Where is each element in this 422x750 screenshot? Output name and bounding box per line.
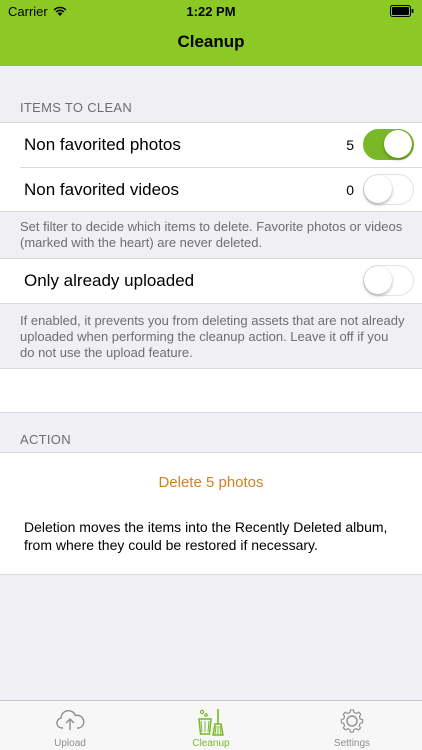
- row-label: Only already uploaded: [24, 271, 195, 290]
- gear-icon: [340, 709, 364, 733]
- action-group: Delete 5 photos Deletion moves the items…: [0, 452, 422, 575]
- page-title: Cleanup: [177, 32, 245, 51]
- battery-icon: [390, 5, 414, 17]
- nav-bar: Carrier 1:22 PM Cleanup: [0, 0, 422, 66]
- status-time: 1:22 PM: [186, 4, 236, 19]
- tab-cleanup[interactable]: Cleanup: [141, 701, 281, 750]
- tab-label: Upload: [54, 738, 86, 749]
- upload-filter-group: Only already uploaded: [0, 258, 422, 304]
- empty-row-group: [0, 368, 422, 413]
- tab-bar: Upload Cleanup Settings: [0, 700, 422, 750]
- broom-bucket-icon: [198, 709, 224, 736]
- tab-upload[interactable]: Upload: [0, 701, 140, 750]
- photos-toggle[interactable]: [363, 129, 414, 160]
- section-header-items: ITEMS TO CLEAN: [20, 100, 133, 115]
- toggle-knob: [364, 266, 392, 294]
- row-only-already-uploaded: Only already uploaded: [0, 259, 422, 303]
- row-non-favorited-photos: Non favorited photos 5: [0, 123, 422, 167]
- videos-toggle[interactable]: [363, 174, 414, 205]
- section-header-action: ACTION: [20, 432, 71, 447]
- tab-label: Settings: [333, 738, 371, 749]
- tab-settings[interactable]: Settings: [282, 701, 422, 750]
- delete-photos-button[interactable]: Delete 5 photos: [0, 474, 422, 491]
- video-count: 0: [346, 182, 354, 198]
- uploaded-only-toggle[interactable]: [363, 265, 414, 296]
- deletion-description: Deletion moves the items into the Recent…: [24, 519, 388, 553]
- photo-count: 5: [346, 137, 354, 153]
- items-footer-note: Set filter to decide which items to dele…: [20, 219, 403, 250]
- toggle-knob: [364, 175, 392, 203]
- row-label: Non favorited photos: [24, 135, 181, 154]
- upload-footer-note: If enabled, it prevents you from deletin…: [20, 313, 405, 360]
- items-group: Non favorited photos 5 Non favorited vid…: [0, 122, 422, 212]
- status-bar: Carrier 1:22 PM: [0, 0, 422, 22]
- toggle-knob: [384, 130, 412, 158]
- cloud-upload-icon: [56, 710, 85, 730]
- row-label: Non favorited videos: [24, 180, 179, 199]
- tab-label: Cleanup: [192, 738, 230, 749]
- row-non-favorited-videos: Non favorited videos 0: [0, 168, 422, 212]
